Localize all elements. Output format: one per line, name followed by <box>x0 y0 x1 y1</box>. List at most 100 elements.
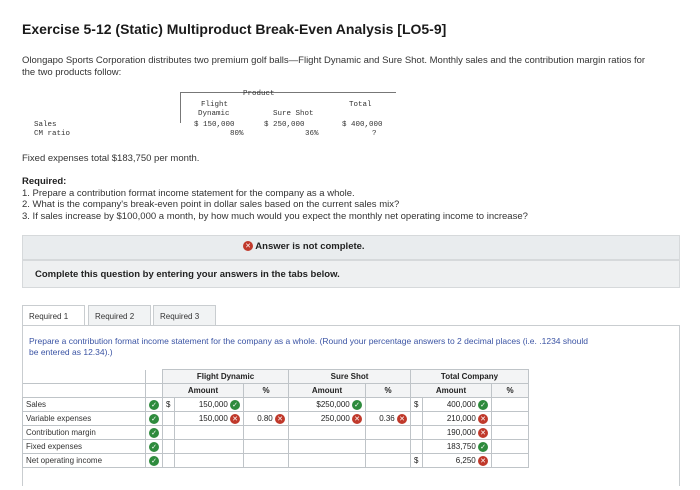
cm-ratio-label: CM ratio <box>34 130 71 138</box>
fd-amount-header: Amount <box>162 383 244 398</box>
tc-pct-header: % <box>491 383 529 398</box>
tc-amount-header: Amount <box>410 383 492 398</box>
check-icon: ✓ <box>478 399 488 410</box>
total-sales: $ 400,000 <box>342 121 383 129</box>
table-row: Fixed expenses ✓ 183,750 ✓ <box>22 439 529 454</box>
ss-pct-input[interactable] <box>365 453 411 468</box>
fd-pct-input[interactable] <box>243 439 289 454</box>
required-heading: Required: <box>22 176 67 187</box>
incorrect-icon: ✕ <box>275 413 285 424</box>
incorrect-icon: ✕ <box>478 455 488 466</box>
dollar-sign: $ <box>162 397 175 412</box>
check-icon: ✓ <box>149 427 159 438</box>
sure-shot-header: Sure Shot <box>273 110 314 118</box>
total-company-header: Total Company <box>410 369 529 384</box>
table-row: Net operating income ✓ $ 6,250 ✕ <box>22 453 529 468</box>
ss-amount-input[interactable] <box>288 453 366 468</box>
ss-pct-input[interactable] <box>365 397 411 412</box>
tc-pct-input[interactable] <box>491 425 529 440</box>
fd-pct-input[interactable] <box>243 397 289 412</box>
ss-amount-input[interactable]: $250,000 <box>316 400 349 409</box>
dollar-sign <box>410 411 423 426</box>
tab-required-1[interactable]: Required 1 <box>22 305 85 326</box>
table-row: Sales ✓ $ 150,000 ✓ $250,000 ✓ $ 400,000… <box>22 397 529 412</box>
fd-pct-header: % <box>243 383 289 398</box>
dollar-sign <box>162 411 175 426</box>
ss-pct-input[interactable] <box>365 425 411 440</box>
row-label: Fixed expenses <box>22 439 146 454</box>
fd-amount-input[interactable] <box>174 439 244 454</box>
fd-amount-input[interactable]: 150,000 <box>199 400 228 409</box>
complete-prompt: Complete this question by entering your … <box>35 269 340 280</box>
flight-dynamic-header: Flight Dynamic <box>162 369 289 384</box>
answer-status-text: Answer is not complete. <box>255 241 365 252</box>
fd-pct-input[interactable]: 0.80 <box>257 414 273 423</box>
fd-amount-input[interactable] <box>174 453 244 468</box>
dollar-sign <box>162 453 175 468</box>
tab-required-2[interactable]: Required 2 <box>88 305 151 326</box>
total-cm: ? <box>372 130 377 138</box>
ss-amount-input[interactable] <box>288 439 366 454</box>
required-item-1: 1. Prepare a contribution format income … <box>22 187 355 199</box>
tc-pct-input[interactable] <box>491 411 529 426</box>
check-icon: ✓ <box>149 455 159 466</box>
table-row: Variable expenses ✓ 150,000 ✕ 0.80 ✕ 250… <box>22 411 529 426</box>
answer-status: ✕ Answer is not complete. <box>243 241 365 252</box>
fd-pct-input[interactable] <box>243 453 289 468</box>
check-icon: ✓ <box>149 441 159 452</box>
tc-amount-input[interactable]: 190,000 <box>447 428 476 437</box>
flight-header-1: Flight <box>201 101 229 109</box>
sure-cm: 36% <box>305 130 319 138</box>
dollar-sign: $ <box>410 397 423 412</box>
income-statement-table: Flight Dynamic Sure Shot Total Company A… <box>22 369 529 468</box>
ss-amount-header: Amount <box>288 383 366 398</box>
fd-pct-input[interactable] <box>243 425 289 440</box>
incorrect-icon: ✕ <box>243 241 253 252</box>
ss-amount-input[interactable] <box>288 425 366 440</box>
dollar-sign <box>410 439 423 454</box>
dollar-sign <box>162 439 175 454</box>
tab-required-3[interactable]: Required 3 <box>153 305 216 326</box>
flight-cm: 80% <box>230 130 244 138</box>
flight-sales: $ 150,000 <box>194 121 235 129</box>
incorrect-icon: ✕ <box>230 413 240 424</box>
flight-header-2: Dynamic <box>198 110 230 118</box>
dollar-sign <box>410 425 423 440</box>
sure-sales: $ 250,000 <box>264 121 305 129</box>
fixed-expenses-text: Fixed expenses total $183,750 per month. <box>22 153 200 164</box>
incorrect-icon: ✕ <box>478 427 488 438</box>
required-section: Required: 1. Prepare a contribution form… <box>22 176 528 222</box>
check-icon: ✓ <box>230 399 240 410</box>
row-label: Sales <box>22 397 146 412</box>
instructions-text: Prepare a contribution format income sta… <box>29 336 588 357</box>
tc-amount-input[interactable]: 400,000 <box>447 400 476 409</box>
incorrect-icon: ✕ <box>352 413 362 424</box>
total-header: Total <box>349 101 372 109</box>
check-icon: ✓ <box>478 441 488 452</box>
required-item-2: 2. What is the company's break-even poin… <box>22 199 400 210</box>
incorrect-icon: ✕ <box>478 413 488 424</box>
ss-amount-input[interactable]: 250,000 <box>321 414 350 423</box>
tc-amount-input[interactable]: 183,750 <box>447 442 476 451</box>
fd-amount-input[interactable]: 150,000 <box>199 414 228 423</box>
exercise-title: Exercise 5-12 (Static) Multiproduct Brea… <box>22 21 447 37</box>
tc-pct-input[interactable] <box>491 439 529 454</box>
tc-amount-input[interactable]: 6,250 <box>456 456 476 465</box>
check-icon: ✓ <box>149 399 159 410</box>
ss-pct-header: % <box>365 383 411 398</box>
table-row: Contribution margin ✓ 190,000 ✕ <box>22 425 529 440</box>
intro-text: Olongapo Sports Corporation distributes … <box>22 55 646 78</box>
row-label: Net operating income <box>22 453 146 468</box>
dollar-sign <box>162 425 175 440</box>
dollar-sign: $ <box>410 453 423 468</box>
fd-amount-input[interactable] <box>174 425 244 440</box>
tc-pct-input[interactable] <box>491 397 529 412</box>
product-header: Product <box>243 90 275 98</box>
tc-pct-input[interactable] <box>491 453 529 468</box>
check-icon: ✓ <box>352 399 362 410</box>
tc-amount-input[interactable]: 210,000 <box>447 414 476 423</box>
incorrect-icon: ✕ <box>397 413 407 424</box>
required-item-3: 3. If sales increase by $100,000 a month… <box>22 210 528 222</box>
ss-pct-input[interactable]: 0.36 <box>379 414 395 423</box>
ss-pct-input[interactable] <box>365 439 411 454</box>
